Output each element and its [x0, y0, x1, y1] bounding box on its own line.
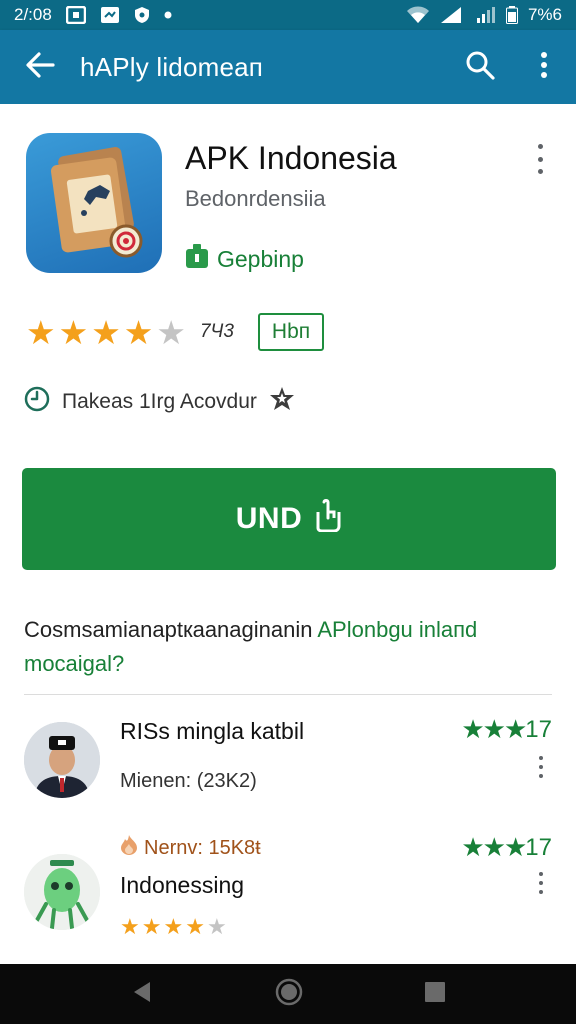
avatar	[24, 854, 100, 930]
status-bar: 2/:08 7%6	[0, 0, 576, 30]
review-rating: ★★★ 17	[461, 714, 552, 745]
review-score: 17	[525, 833, 552, 861]
star-empty-icon: ★	[206, 914, 227, 939]
promo-question: Cosmsamianaptкaanaginanin APlonbgu inlaп…	[24, 613, 564, 681]
overflow-menu-button[interactable]	[512, 30, 576, 104]
review-meta: Nernv: 15K8ŧ	[120, 834, 261, 862]
review-score: 17	[525, 715, 552, 743]
hand-icon	[314, 498, 342, 540]
star-icon: ★	[163, 914, 184, 939]
developer-name[interactable]: Bedonrdensiia	[185, 186, 326, 212]
status-time: 2/:08	[14, 5, 52, 24]
signal-bars-icon	[476, 6, 496, 24]
star-icon: ★	[120, 914, 140, 939]
question-text: Cosmsamianaptкaanaginanin	[24, 617, 318, 642]
review-stars: ★★★	[461, 714, 527, 744]
install-button[interactable]: UND	[22, 468, 556, 570]
info-row: Пakeas 1Irg Acovdur	[24, 386, 295, 418]
review-item[interactable]: RISs mingla katbil Mienen: (23K2) ★★★ 17	[24, 712, 552, 812]
shield-icon	[134, 6, 150, 24]
divider	[24, 694, 552, 695]
flame-icon	[120, 834, 138, 862]
nav-recents-icon[interactable]	[424, 981, 446, 1008]
app-logo-icon	[26, 133, 162, 273]
review-item[interactable]: Nernv: 15K8ŧ Indonessing ★★★ 17 ★ ★ ★ ★ …	[24, 828, 552, 948]
rating-stars: ★ ★ ★ ★ ★	[26, 316, 186, 349]
clock-icon	[24, 386, 50, 418]
review-stars: ★★★	[461, 832, 527, 862]
system-nav-bar	[0, 964, 576, 1024]
back-arrow-icon	[25, 51, 55, 83]
review-meta-text: Nernv: 15K8ŧ	[144, 836, 261, 859]
rating-count: 7Ч3	[199, 321, 234, 342]
nav-back-icon[interactable]	[130, 980, 154, 1009]
app-bar: hAPly lidomeaп	[0, 30, 576, 104]
app-overflow-button[interactable]	[528, 144, 552, 174]
content-tag: Hbп	[257, 313, 325, 351]
user-rating-stars: ★ ★ ★ ★ ★	[120, 914, 227, 940]
star-icon: ★	[26, 313, 56, 351]
install-label: UND	[235, 502, 303, 535]
back-button[interactable]	[0, 30, 80, 104]
info-text: Пakeas 1Irg Acovdur	[62, 390, 257, 413]
app-bar-title: hAPly lidomeaп	[80, 51, 264, 82]
app-details-page: APK Indonesia Bedonrdensiia Gepbinp ★ ★ …	[0, 104, 576, 964]
star-icon: ★	[58, 313, 89, 351]
search-button[interactable]	[448, 30, 512, 104]
nav-home-icon[interactable]	[275, 978, 303, 1011]
review-title: RISs mingla katbil	[120, 718, 305, 744]
battery-level: 7%6	[527, 5, 562, 24]
review-overflow-button[interactable]	[536, 756, 546, 778]
wifi-icon	[406, 6, 430, 24]
notification-icon	[65, 6, 86, 24]
star-icon: ★	[141, 914, 162, 939]
review-subtitle: Mienen: (23K2)	[120, 770, 257, 792]
editors-badge: Gepbinp	[185, 243, 304, 275]
star-icon: ★	[185, 914, 205, 939]
badge-label: Gepbinp	[217, 245, 304, 272]
star-icon: ★	[123, 313, 154, 351]
battery-icon	[505, 6, 518, 24]
star-icon: ★	[91, 313, 121, 351]
signal-icon	[440, 6, 466, 24]
message-icon	[100, 6, 120, 24]
search-icon	[465, 50, 495, 85]
avatar	[24, 722, 100, 798]
more-vert-icon	[540, 51, 548, 83]
app-name: APK Indonesia	[185, 140, 397, 176]
app-details-card: APK Indonesia Bedonrdensiia Gepbinp ★ ★ …	[6, 108, 570, 964]
star-empty-icon: ★	[156, 313, 186, 351]
review-title: Indonessing	[120, 872, 245, 898]
review-overflow-button[interactable]	[536, 872, 546, 894]
dot-icon	[164, 11, 172, 19]
badge-icon	[185, 243, 209, 275]
award-icon	[269, 386, 295, 418]
review-rating: ★★★ 17	[461, 832, 552, 863]
rating-row: ★ ★ ★ ★ ★ 7Ч3 Hbп	[26, 313, 325, 351]
